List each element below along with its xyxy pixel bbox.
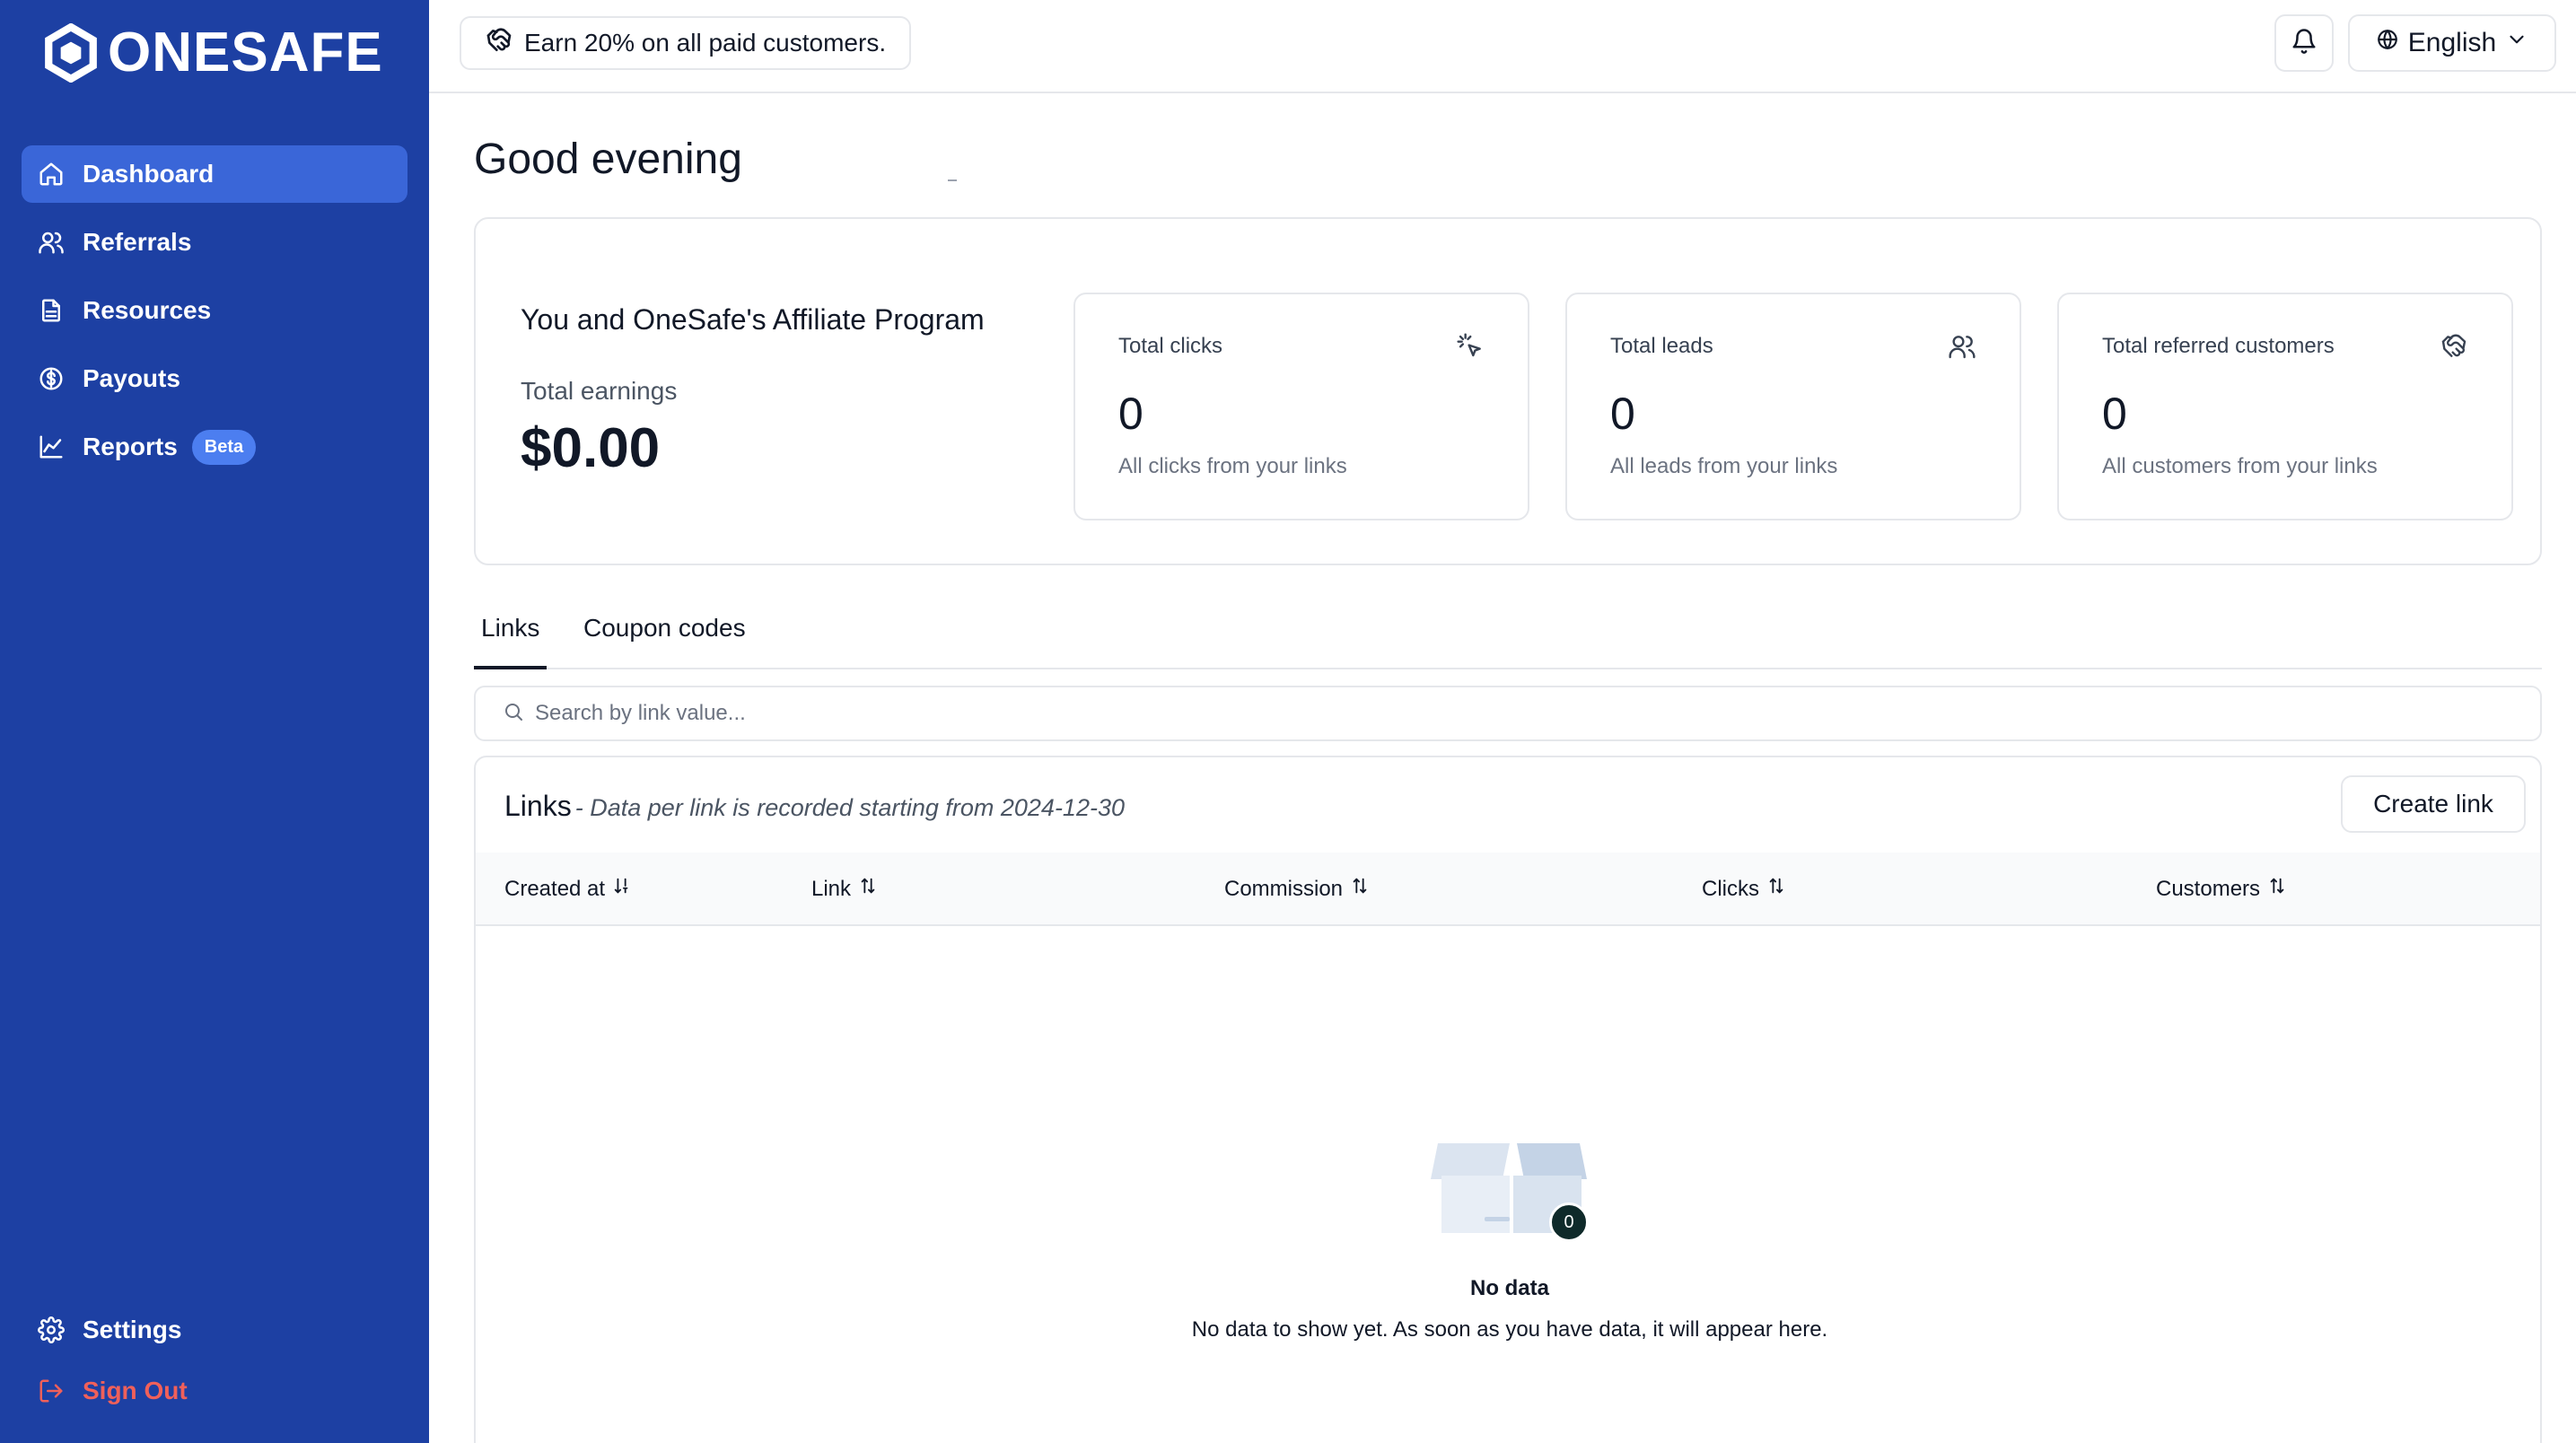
- earnings-value: $0.00: [521, 417, 661, 479]
- stat-description: All clicks from your links: [1118, 454, 1347, 478]
- language-label: English: [2407, 28, 2497, 57]
- stat-card-leads: Total leads 0 All leads from your links: [1565, 293, 2021, 520]
- handshake-icon: [2440, 332, 2468, 361]
- bell-icon: [2291, 28, 2318, 59]
- promo-banner[interactable]: Earn 20% on all paid customers.: [460, 16, 912, 70]
- sidebar: ONESAFE Dashboard Referrals Resources Pa…: [0, 0, 429, 1443]
- tab-coupon-codes[interactable]: Coupon codes: [576, 614, 753, 669]
- stat-title: Total clicks: [1118, 334, 1223, 358]
- sidebar-item-referrals[interactable]: Referrals: [22, 214, 407, 271]
- sidebar-item-label: Reports: [83, 433, 178, 460]
- links-header: Links - Data per link is recorded starti…: [504, 790, 1125, 823]
- decorative-dash: [948, 179, 957, 181]
- table-header: Created at Link Commission Clicks Custom…: [476, 853, 2540, 926]
- brand-logo[interactable]: ONESAFE: [41, 23, 383, 83]
- chevron-down-icon: [2505, 28, 2528, 58]
- sidebar-item-label: Sign Out: [83, 1377, 188, 1404]
- sidebar-item-dashboard[interactable]: Dashboard: [22, 145, 407, 203]
- tab-bar: Links Coupon codes: [474, 603, 2542, 669]
- onesafe-logo-icon: [45, 23, 97, 83]
- document-icon: [38, 297, 65, 324]
- column-label: Commission: [1224, 876, 1344, 901]
- column-label: Created at: [504, 876, 606, 901]
- create-link-button[interactable]: Create link: [2341, 775, 2526, 833]
- topbar: Earn 20% on all paid customers. English: [429, 0, 2576, 93]
- users-icon: [1948, 332, 1976, 361]
- stat-value: 0: [1610, 389, 1635, 439]
- empty-title: No data: [1469, 1276, 1549, 1300]
- affiliate-summary-card: You and OneSafe's Affiliate Program Tota…: [474, 217, 2542, 565]
- globe-icon: [2376, 28, 2399, 58]
- beta-badge: Beta: [191, 429, 257, 465]
- search-icon: [503, 701, 535, 727]
- sidebar-item-label: Dashboard: [83, 160, 215, 188]
- language-selector[interactable]: English: [2348, 14, 2556, 72]
- sort-icon: [1350, 876, 1370, 902]
- empty-box-illustration: 0: [1429, 1134, 1590, 1242]
- search-input[interactable]: [535, 701, 2510, 726]
- affiliate-title: You and OneSafe's Affiliate Program: [521, 303, 985, 336]
- sort-desc-icon: [612, 876, 632, 902]
- column-commission[interactable]: Commission: [1224, 876, 1370, 902]
- home-icon: [38, 161, 65, 188]
- stat-description: All customers from your links: [2102, 454, 2378, 478]
- stat-value: 0: [2102, 389, 2127, 439]
- brand-name: ONESAFE: [108, 22, 383, 83]
- column-link[interactable]: Link: [811, 876, 878, 902]
- sidebar-item-label: Settings: [83, 1316, 182, 1343]
- tab-links[interactable]: Links: [474, 614, 548, 669]
- column-label: Clicks: [1702, 876, 1759, 901]
- column-clicks[interactable]: Clicks: [1702, 876, 1786, 902]
- sidebar-item-label: Resources: [83, 296, 212, 324]
- sidebar-item-reports[interactable]: Reports Beta: [22, 418, 407, 476]
- links-subtitle: - Data per link is recorded starting fro…: [574, 794, 1125, 821]
- notifications-button[interactable]: [2274, 14, 2334, 72]
- stat-title: Total leads: [1610, 334, 1713, 358]
- empty-state: 0 No data No data to show yet. As soon a…: [476, 1134, 2540, 1342]
- sidebar-item-label: Payouts: [83, 364, 180, 392]
- sort-icon: [2267, 876, 2287, 902]
- sidebar-item-payouts[interactable]: Payouts: [22, 350, 407, 407]
- stat-description: All leads from your links: [1610, 454, 1838, 478]
- earnings-label: Total earnings: [521, 377, 678, 405]
- sidebar-item-sign-out[interactable]: Sign Out: [22, 1362, 407, 1420]
- stat-value: 0: [1118, 389, 1143, 439]
- promo-text: Earn 20% on all paid customers.: [524, 29, 887, 57]
- column-label: Link: [811, 876, 852, 901]
- gear-icon: [38, 1316, 65, 1343]
- page-greeting: Good evening: [474, 136, 742, 183]
- users-icon: [38, 229, 65, 256]
- sort-icon: [1766, 876, 1786, 902]
- empty-description: No data to show yet. As soon as you have…: [1191, 1317, 1828, 1342]
- sidebar-nav: Dashboard Referrals Resources Payouts Re…: [22, 145, 407, 486]
- sidebar-item-settings[interactable]: Settings: [22, 1301, 407, 1359]
- sort-icon: [858, 876, 878, 902]
- column-customers[interactable]: Customers: [2156, 876, 2287, 902]
- search-bar: [474, 686, 2542, 741]
- stat-card-clicks: Total clicks 0 All clicks from your link…: [1073, 293, 1529, 520]
- links-title: Links: [504, 790, 572, 822]
- chart-line-icon: [38, 433, 65, 460]
- cursor-click-icon: [1456, 332, 1485, 361]
- sidebar-item-label: Referrals: [83, 228, 192, 256]
- sidebar-bottom: Settings Sign Out: [22, 1301, 407, 1423]
- sidebar-item-resources[interactable]: Resources: [22, 282, 407, 339]
- column-created-at[interactable]: Created at: [504, 876, 632, 902]
- stat-title: Total referred customers: [2102, 334, 2335, 358]
- links-table-card: Links - Data per link is recorded starti…: [474, 756, 2542, 1443]
- stat-card-customers: Total referred customers 0 All customers…: [2057, 293, 2513, 520]
- handshake-icon: [485, 26, 513, 61]
- sign-out-icon: [38, 1377, 65, 1404]
- empty-count-badge: 0: [1549, 1202, 1589, 1242]
- column-label: Customers: [2156, 876, 2261, 901]
- dollar-circle-icon: [38, 365, 65, 392]
